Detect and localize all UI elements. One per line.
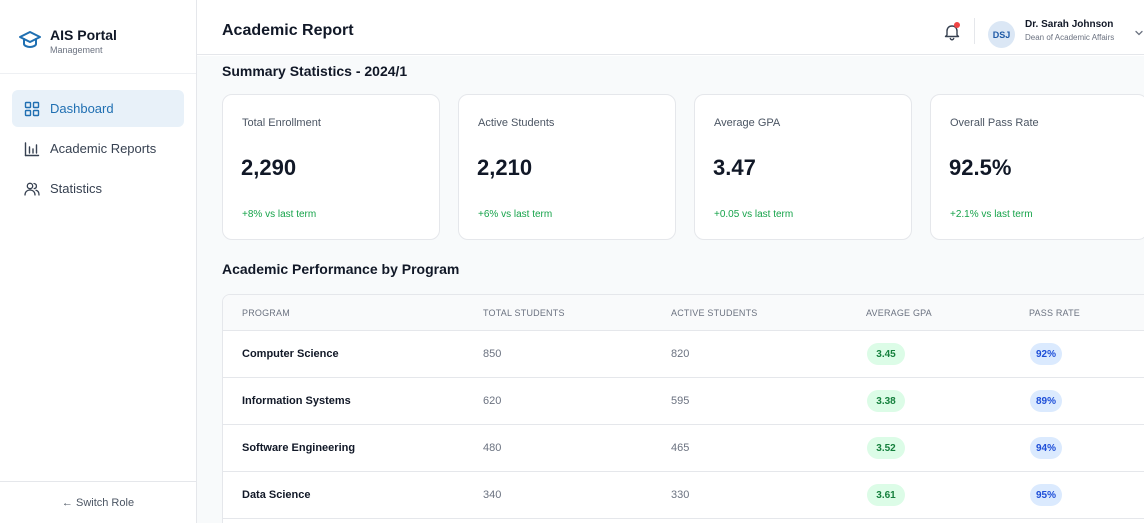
program-name: Data Science bbox=[242, 489, 311, 501]
graduation-cap-icon bbox=[19, 31, 41, 48]
summary-cards: Total Enrollment 2,290 +8% vs last term … bbox=[222, 94, 1144, 240]
pass-rate-badge: 92% bbox=[1030, 343, 1062, 365]
column-header[interactable]: PASS RATE bbox=[1029, 308, 1080, 318]
performance-table: PROGRAM TOTAL STUDENTS ACTIVE STUDENTS A… bbox=[222, 294, 1144, 523]
column-header[interactable]: TOTAL STUDENTS bbox=[483, 308, 565, 318]
main-content: Summary Statistics - 2024/1 Total Enroll… bbox=[197, 56, 1144, 523]
card-change: +2.1% vs last term bbox=[950, 209, 1033, 220]
stat-card-pass-rate: Overall Pass Rate 92.5% +2.1% vs last te… bbox=[930, 94, 1144, 240]
program-name: Information Systems bbox=[242, 395, 351, 407]
total-students: 340 bbox=[483, 489, 502, 501]
gpa-badge: 3.61 bbox=[867, 484, 905, 506]
sidebar-footer: ← Switch Role bbox=[0, 481, 196, 523]
column-header[interactable]: AVERAGE GPA bbox=[866, 308, 932, 318]
table-row[interactable]: Software Engineering 480 465 3.52 94% bbox=[223, 425, 1144, 472]
card-label: Active Students bbox=[478, 117, 555, 129]
performance-title: Academic Performance by Program bbox=[222, 261, 460, 277]
summary-title: Summary Statistics - 2024/1 bbox=[222, 63, 408, 79]
card-value: 3.47 bbox=[713, 155, 756, 180]
sidebar-nav: Dashboard Academic Reports Statistics bbox=[12, 90, 184, 210]
users-icon bbox=[24, 182, 40, 196]
pass-rate-badge: 95% bbox=[1030, 484, 1062, 506]
active-students: 330 bbox=[671, 489, 690, 501]
brand[interactable]: AIS Portal Management bbox=[18, 26, 117, 56]
table-row[interactable]: Data Science 340 330 3.61 95% bbox=[223, 472, 1144, 519]
stat-card-active-students: Active Students 2,210 +6% vs last term bbox=[458, 94, 676, 240]
card-value: 2,210 bbox=[477, 155, 533, 180]
brand-title: AIS Portal bbox=[50, 27, 117, 43]
card-value: 2,290 bbox=[241, 155, 297, 180]
sidebar-item-label: Dashboard bbox=[50, 101, 114, 116]
active-students: 465 bbox=[671, 442, 690, 454]
pass-rate-badge: 94% bbox=[1030, 437, 1062, 459]
sidebar-item-label: Statistics bbox=[50, 181, 103, 196]
page-title: Academic Report bbox=[222, 22, 354, 39]
notification-dot bbox=[954, 22, 960, 28]
chevron-down-icon[interactable] bbox=[1134, 28, 1144, 38]
sidebar-item-academic-reports[interactable]: Academic Reports bbox=[12, 130, 184, 167]
program-name: Software Engineering bbox=[242, 442, 356, 454]
user-name[interactable]: Dr. Sarah Johnson bbox=[1025, 19, 1113, 30]
top-header: Academic Report DSJ Dr. Sarah Johnson De… bbox=[197, 8, 1144, 55]
card-label: Total Enrollment bbox=[242, 117, 321, 129]
total-students: 850 bbox=[483, 348, 502, 360]
grid-icon bbox=[24, 101, 40, 116]
bar-chart-icon bbox=[24, 141, 40, 156]
active-students: 595 bbox=[671, 395, 690, 407]
gpa-badge: 3.38 bbox=[867, 390, 905, 412]
sidebar-item-dashboard[interactable]: Dashboard bbox=[12, 90, 184, 127]
total-students: 480 bbox=[483, 442, 502, 454]
card-change: +8% vs last term bbox=[242, 209, 317, 220]
header-divider bbox=[974, 18, 975, 44]
notification-button[interactable] bbox=[942, 22, 962, 42]
sidebar: AIS Portal Management Dashboard Academic… bbox=[0, 0, 197, 523]
table-row[interactable]: Computer Science 850 820 3.45 92% bbox=[223, 331, 1144, 378]
gpa-badge: 3.45 bbox=[867, 343, 905, 365]
user-role: Dean of Academic Affairs bbox=[1025, 33, 1115, 42]
pass-rate-badge: 89% bbox=[1030, 390, 1062, 412]
sidebar-item-statistics[interactable]: Statistics bbox=[12, 170, 184, 207]
brand-subtitle: Management bbox=[50, 45, 103, 55]
switch-role-button[interactable]: ← Switch Role bbox=[62, 497, 134, 509]
stat-card-average-gpa: Average GPA 3.47 +0.05 vs last term bbox=[694, 94, 912, 240]
sidebar-item-label: Academic Reports bbox=[50, 141, 157, 156]
card-label: Overall Pass Rate bbox=[950, 117, 1039, 129]
program-name: Computer Science bbox=[242, 348, 339, 360]
card-change: +6% vs last term bbox=[478, 209, 553, 220]
avatar[interactable]: DSJ bbox=[988, 21, 1015, 48]
column-header[interactable]: PROGRAM bbox=[242, 308, 290, 318]
gpa-badge: 3.52 bbox=[867, 437, 905, 459]
sidebar-divider bbox=[0, 73, 196, 74]
column-header[interactable]: ACTIVE STUDENTS bbox=[671, 308, 758, 318]
active-students: 820 bbox=[671, 348, 690, 360]
card-change: +0.05 vs last term bbox=[714, 209, 794, 220]
table-row[interactable]: Information Systems 620 595 3.38 89% bbox=[223, 378, 1144, 425]
stat-card-total-enrollment: Total Enrollment 2,290 +8% vs last term bbox=[222, 94, 440, 240]
card-label: Average GPA bbox=[714, 117, 781, 129]
table-header: PROGRAM TOTAL STUDENTS ACTIVE STUDENTS A… bbox=[223, 295, 1144, 331]
total-students: 620 bbox=[483, 395, 502, 407]
card-value: 92.5% bbox=[949, 155, 1012, 180]
